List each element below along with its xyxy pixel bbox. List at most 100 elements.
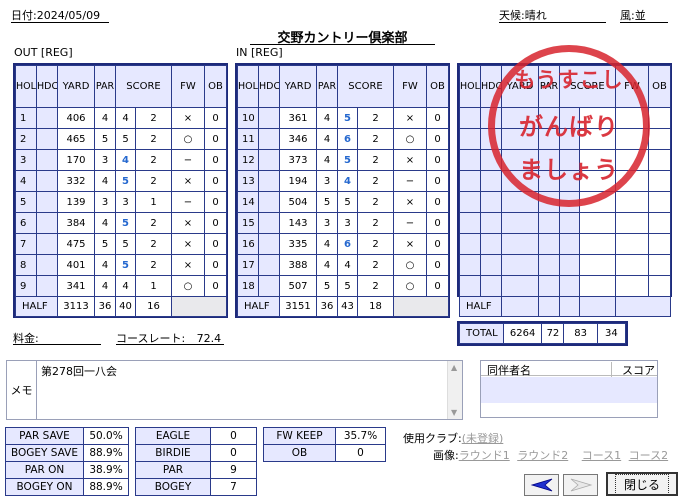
hole-score: 4 bbox=[337, 170, 358, 192]
hole-row[interactable]: 12 373 4 5 2 × 0 bbox=[237, 149, 449, 171]
hole-ob: 0 bbox=[426, 254, 449, 276]
arrow-left-icon bbox=[530, 478, 552, 492]
image-course1-link[interactable]: コース1 bbox=[582, 449, 621, 462]
col-hdcp: HDCP bbox=[258, 65, 280, 108]
hole-number: 15 bbox=[237, 212, 259, 234]
hole-row[interactable]: 6 384 4 5 2 × 0 bbox=[15, 212, 227, 234]
hole-par bbox=[538, 233, 560, 255]
hole-number bbox=[459, 170, 481, 192]
hole-hdcp bbox=[258, 275, 280, 297]
hole-hdcp bbox=[480, 275, 502, 297]
weather-value: 晴れ bbox=[524, 9, 547, 22]
hole-row[interactable]: 7 475 5 5 2 × 0 bbox=[15, 233, 227, 255]
hole-number bbox=[459, 191, 481, 213]
hole-par: 3 bbox=[94, 149, 116, 171]
empty-hole-row[interactable] bbox=[459, 233, 671, 255]
hole-row[interactable]: 10 361 4 5 2 × 0 bbox=[237, 107, 449, 129]
out-label: OUT [REG] bbox=[14, 46, 73, 59]
hole-putt bbox=[579, 275, 616, 297]
half-score: 40 bbox=[115, 296, 136, 317]
hole-fw: × bbox=[171, 254, 205, 276]
image-round2-link[interactable]: ラウンド2 bbox=[517, 449, 568, 462]
course-rate-field: コースレート: 72.4 bbox=[116, 330, 224, 345]
stat-value: 38.9% bbox=[83, 461, 129, 479]
hole-number: 13 bbox=[237, 170, 259, 192]
hole-score: 5 bbox=[115, 212, 136, 234]
stat-row: PAR ON 38.9% bbox=[5, 461, 129, 479]
hole-number: 18 bbox=[237, 275, 259, 297]
hole-ob: 0 bbox=[204, 107, 227, 129]
memo-scrollbar[interactable]: ▲ ▼ bbox=[447, 361, 462, 419]
companion-name-col[interactable]: 同伴者名 bbox=[487, 362, 531, 378]
hole-yard: 373 bbox=[279, 149, 317, 171]
hole-putt bbox=[579, 212, 616, 234]
hole-fw: − bbox=[393, 212, 427, 234]
hole-yard: 335 bbox=[279, 233, 317, 255]
hole-number: 4 bbox=[15, 170, 37, 192]
images-row: 画像:ラウンド1 ラウンド2 コース1 コース2 bbox=[433, 447, 668, 463]
companions-list[interactable]: 同伴者名 スコア bbox=[480, 360, 658, 418]
hole-row[interactable]: 3 170 3 4 2−0 bbox=[15, 149, 227, 171]
hole-yard: 504 bbox=[279, 191, 317, 213]
hole-putt: 2 bbox=[135, 233, 172, 255]
hole-row[interactable]: 15 143 3 3 2−0 bbox=[237, 212, 449, 234]
hole-row[interactable]: 4 332 4 5 2 × 0 bbox=[15, 170, 227, 192]
scroll-down-icon[interactable]: ▼ bbox=[451, 408, 457, 417]
hole-number: 1 bbox=[15, 107, 37, 129]
hole-row[interactable]: 16 335 4 6 2 × 0 bbox=[237, 233, 449, 255]
empty-hole-row[interactable] bbox=[459, 212, 671, 234]
image-course2-link[interactable]: コース2 bbox=[629, 449, 668, 462]
hole-row[interactable]: 14 504 5 5 2 × 0 bbox=[237, 191, 449, 213]
clubs-link[interactable]: (未登録) bbox=[462, 432, 504, 445]
empty-hole-row[interactable] bbox=[459, 275, 671, 297]
col-fw: FW bbox=[393, 65, 427, 108]
hole-score: 5 bbox=[115, 128, 136, 150]
hole-row[interactable]: 5 139 3 3 1−0 bbox=[15, 191, 227, 213]
stamp-line-1: もうすこし bbox=[514, 68, 624, 92]
stat-value: 7 bbox=[210, 478, 257, 496]
col-par-text: PAR bbox=[95, 81, 115, 92]
half-score bbox=[559, 296, 580, 317]
hole-row[interactable]: 8 401 4 5 2 × 0 bbox=[15, 254, 227, 276]
hole-row[interactable]: 1 406 4 4 2 × 0 bbox=[15, 107, 227, 129]
next-button[interactable] bbox=[563, 474, 598, 496]
total-label: TOTAL bbox=[459, 323, 504, 344]
stat-value: 50.0% bbox=[83, 427, 129, 445]
hole-yard: 406 bbox=[57, 107, 95, 129]
hole-row[interactable]: 17 388 4 4 2 ○ 0 bbox=[237, 254, 449, 276]
col-hole-text: HOLE bbox=[238, 81, 258, 92]
hole-putt: 2 bbox=[135, 170, 172, 192]
hole-ob: 0 bbox=[204, 212, 227, 234]
fee-label: 料金: bbox=[13, 332, 39, 345]
hole-yard: 341 bbox=[57, 275, 95, 297]
col-hole: HOLE bbox=[15, 65, 37, 108]
hole-par bbox=[538, 212, 560, 234]
stat-row: BIRDIE 0 bbox=[135, 444, 257, 462]
hole-hdcp bbox=[36, 254, 58, 276]
image-round1-link[interactable]: ラウンド1 bbox=[459, 449, 510, 462]
hole-row[interactable]: 11 346 4 6 2 ○ 0 bbox=[237, 128, 449, 150]
hole-putt bbox=[579, 254, 616, 276]
hole-row[interactable]: 13 194 3 4 2−0 bbox=[237, 170, 449, 192]
hole-score: 5 bbox=[337, 107, 358, 129]
hole-row[interactable]: 9 341 4 4 1 ○ 0 bbox=[15, 275, 227, 297]
encouragement-stamp: もうすこし がんばり ましょう bbox=[488, 45, 650, 207]
course-rate-value: 72.4 bbox=[196, 332, 222, 345]
stat-label: BIRDIE bbox=[135, 444, 211, 462]
memo-text[interactable]: 第278回一八会 bbox=[41, 363, 117, 379]
hole-putt: 2 bbox=[135, 212, 172, 234]
hole-putt: 1 bbox=[135, 275, 172, 297]
hole-row[interactable]: 18 507 5 5 2 ○ 0 bbox=[237, 275, 449, 297]
scroll-up-icon[interactable]: ▲ bbox=[451, 363, 457, 372]
hole-ob bbox=[648, 233, 671, 255]
empty-hole-row[interactable] bbox=[459, 254, 671, 276]
hole-fw: ○ bbox=[393, 128, 427, 150]
prev-button[interactable] bbox=[524, 474, 559, 496]
hole-ob bbox=[648, 170, 671, 192]
hole-row[interactable]: 2 465 5 5 2 ○ 0 bbox=[15, 128, 227, 150]
hole-score: 5 bbox=[337, 149, 358, 171]
companion-score-col[interactable]: スコア bbox=[611, 362, 657, 378]
stat-label: PAR bbox=[135, 461, 211, 479]
hole-fw: − bbox=[393, 170, 427, 192]
close-button[interactable]: 閉じる bbox=[606, 472, 678, 496]
